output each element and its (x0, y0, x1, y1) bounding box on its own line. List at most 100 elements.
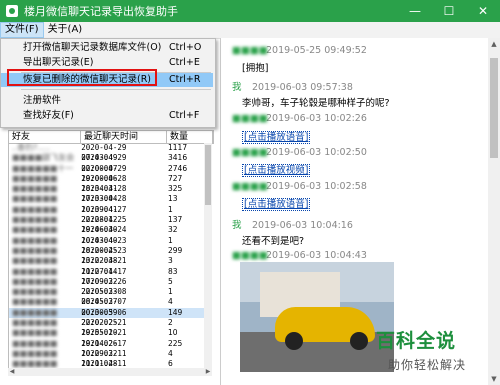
table-row[interactable]: ■■■■■■ 2020-02-11 11:01:59 6 (9, 359, 205, 368)
friend-name: ■■■■■■ (12, 287, 58, 297)
friend-name: ■■■■■■ (12, 266, 58, 276)
message-content: [点击播放语音] (242, 196, 311, 211)
table-row[interactable]: ■■■■■■ 2020-04-27 22:28:12 1 (9, 204, 205, 225)
menu-about[interactable]: 关于(A) (44, 22, 87, 38)
close-button[interactable]: ✕ (466, 0, 500, 22)
friend-name: ■■■■■■ (12, 235, 58, 245)
table-row[interactable]: ■■■■■■ 2020-04-23 13:22:38 299 (9, 245, 205, 266)
message-count: 2746 (168, 163, 188, 173)
sender-name: ■■■■ (232, 181, 268, 192)
friend-name: ■■■■■■ (12, 184, 58, 194)
friend-name: ■■■■鼴飞友会 (12, 153, 75, 163)
table-row[interactable]: ■■■■鼴飞友会 2020-04-29 02:00:07 3416 (9, 153, 205, 173)
friends-horizontal-scrollbar[interactable]: ◀ ▶ (8, 368, 212, 376)
last-chat-time: 2020-04-27 22:28:12 (81, 204, 127, 225)
message-count: 3416 (168, 153, 188, 163)
friend-name: ■■■■■■ (12, 245, 58, 255)
last-chat-time: 2020-04-23 18:20:25 (81, 235, 127, 255)
play-video-link[interactable]: [点击播放视频] (242, 164, 311, 177)
last-chat-time: 2020-04-29 02:00:07 (81, 153, 127, 173)
app-icon (6, 5, 18, 17)
minimize-button[interactable]: — (398, 0, 432, 22)
table-row[interactable]: ■■■■■■ 2020-04-23 18:20:25 1 (9, 235, 205, 255)
column-last-chat-time[interactable]: 最近聊天时间 (81, 131, 167, 143)
table-row[interactable]: ■■■■■■ 2020-02-21 19:55:10 2 (9, 318, 205, 337)
friends-vertical-scrollbar[interactable] (204, 143, 212, 368)
table-row[interactable]: ■■■■■■ 2020-03-06 22:02:25 149 (9, 307, 205, 327)
menu-item-open-database[interactable]: 打开微信聊天记录数据库文件(O) Ctrl+O (1, 41, 213, 55)
message-count: 325 (168, 184, 183, 194)
message-time: 2019-06-03 10:02:58 (266, 181, 367, 192)
table-row[interactable]: ..香钓?..... 2020-04-29 07:43:49 1117 (9, 143, 205, 163)
table-row[interactable]: ■■■■■■十一 2020-04-29 19:00:06 2746 (9, 163, 205, 183)
table-row[interactable]: ■■■■■■ 2020-02-21 19:14:26 10 (9, 328, 205, 348)
friend-name: ■■■■■■ (12, 225, 58, 235)
friend-name: ■■■■■■ (12, 338, 58, 348)
message-count: 1 (168, 204, 173, 214)
table-row[interactable]: ■■■■■■ 2020-04-28 17:33:04 325 (9, 184, 205, 203)
menu-item-export[interactable]: 导出聊天记录(E) Ctrl+E (1, 56, 213, 70)
column-count[interactable]: 数量 (167, 131, 213, 143)
table-row[interactable]: ■■■■■■ 2020-03-26 22:05:23 5 (9, 276, 205, 297)
last-chat-time: 2020-03-26 22:05:23 (81, 276, 127, 297)
last-chat-time: 2020-02-17 10:29:32 (81, 338, 127, 358)
chat-message-header: ■■■■2019-06-03 10:04:43 (232, 250, 367, 261)
friends-table-header: 好友 最近聊天时间 数量 (8, 130, 214, 144)
friend-name: ■■■■■■ (12, 215, 58, 225)
message-count: 32 (168, 225, 178, 235)
column-friend[interactable]: 好友 (9, 131, 81, 143)
friend-name: ■■■■■■ (12, 318, 58, 328)
photo-wheel (285, 332, 303, 350)
message-count: 5 (168, 276, 173, 286)
menu-item-register[interactable]: 注册软件 (1, 94, 213, 108)
menu-file[interactable]: 文件(F) (0, 22, 44, 38)
message-count: 149 (168, 307, 183, 317)
message-content: [点击播放视频] (242, 162, 311, 177)
table-row[interactable]: ■■■■■■ 2020-04-24 10:43:40 32 (9, 225, 205, 244)
last-chat-time: 2020-02-21 19:14:26 (81, 328, 127, 348)
table-row[interactable]: ■■■■■■ 2020-04-28 18:34:31 727 (9, 174, 205, 193)
message-time: 2019-06-03 10:04:16 (252, 220, 353, 231)
menu-separator (21, 89, 211, 90)
message-count: 3 (168, 256, 173, 266)
message-content: [点击播放语音] (242, 129, 311, 144)
table-row[interactable]: ■■■■■■ 2020-03-07 00:30:59 4 (9, 297, 205, 316)
menu-item-find-friend[interactable]: 查找好友(F) Ctrl+F (1, 109, 213, 123)
scroll-right-icon[interactable]: ▶ (204, 368, 212, 376)
table-row[interactable]: ■■■■■■ 2020-04-25 19:46:30 137 (9, 215, 205, 234)
friend-name: ■■■■■■ (12, 256, 58, 266)
sender-name: 我 (232, 220, 242, 231)
message-count: 4 (168, 297, 173, 307)
last-chat-time: 2020-02-11 11:01:59 (81, 359, 127, 368)
last-chat-time: 2020-04-23 13:22:38 (81, 245, 127, 266)
maximize-button[interactable]: ☐ (432, 0, 466, 22)
scroll-up-icon[interactable]: ▲ (488, 38, 500, 50)
friend-name: ■■■■■■ (12, 194, 58, 204)
message-time: 2019-06-03 09:57:38 (252, 82, 353, 93)
last-chat-time: 2020-04-29 07:43:49 (81, 143, 127, 163)
message-count: 299 (168, 245, 183, 255)
title-bar: 楼月微信聊天记录导出恢复助手 — ☐ ✕ (0, 0, 500, 22)
table-row[interactable]: ■■■■■■ 2020-02-11 11:11:48 4 (9, 348, 205, 368)
scroll-left-icon[interactable]: ◀ (8, 368, 16, 376)
sender-name: 我 (232, 82, 242, 93)
window-title: 楼月微信聊天记录导出恢复助手 (24, 5, 178, 18)
friend-name: ..香钓?..... (12, 143, 51, 152)
friend-name: ■■■■■■ (12, 307, 58, 317)
last-chat-time: 2020-04-28 10:39:41 (81, 194, 127, 214)
table-row[interactable]: ■■■■■■ 2020-03-08 08:45:27 1 (9, 287, 205, 307)
last-chat-time: 2020-03-08 08:45:27 (81, 287, 127, 307)
play-voice-link[interactable]: [点击播放语音] (242, 131, 311, 144)
table-row[interactable]: ■■■■■■ 2020-04-21 11:27:14 3 (9, 256, 205, 275)
sender-name: ■■■■ (232, 250, 268, 261)
play-voice-link[interactable]: [点击播放语音] (242, 198, 311, 211)
table-row[interactable]: ■■■■■■ 2020-02-17 10:29:32 225 (9, 338, 205, 358)
table-row[interactable]: ■■■■■■ 2020-04-17 17:09:22 83 (9, 266, 205, 286)
message-content: 李帅哥，车子轮毂是哪种样子的呢? (242, 98, 390, 109)
scroll-thumb[interactable] (490, 58, 498, 158)
table-row[interactable]: ■■■■■■ 2020-04-28 10:39:41 13 (9, 194, 205, 214)
friend-name: ■■■■■■十一 (12, 163, 74, 173)
message-count: 6 (168, 359, 173, 368)
message-count: 4 (168, 348, 173, 358)
scroll-thumb[interactable] (205, 145, 211, 205)
